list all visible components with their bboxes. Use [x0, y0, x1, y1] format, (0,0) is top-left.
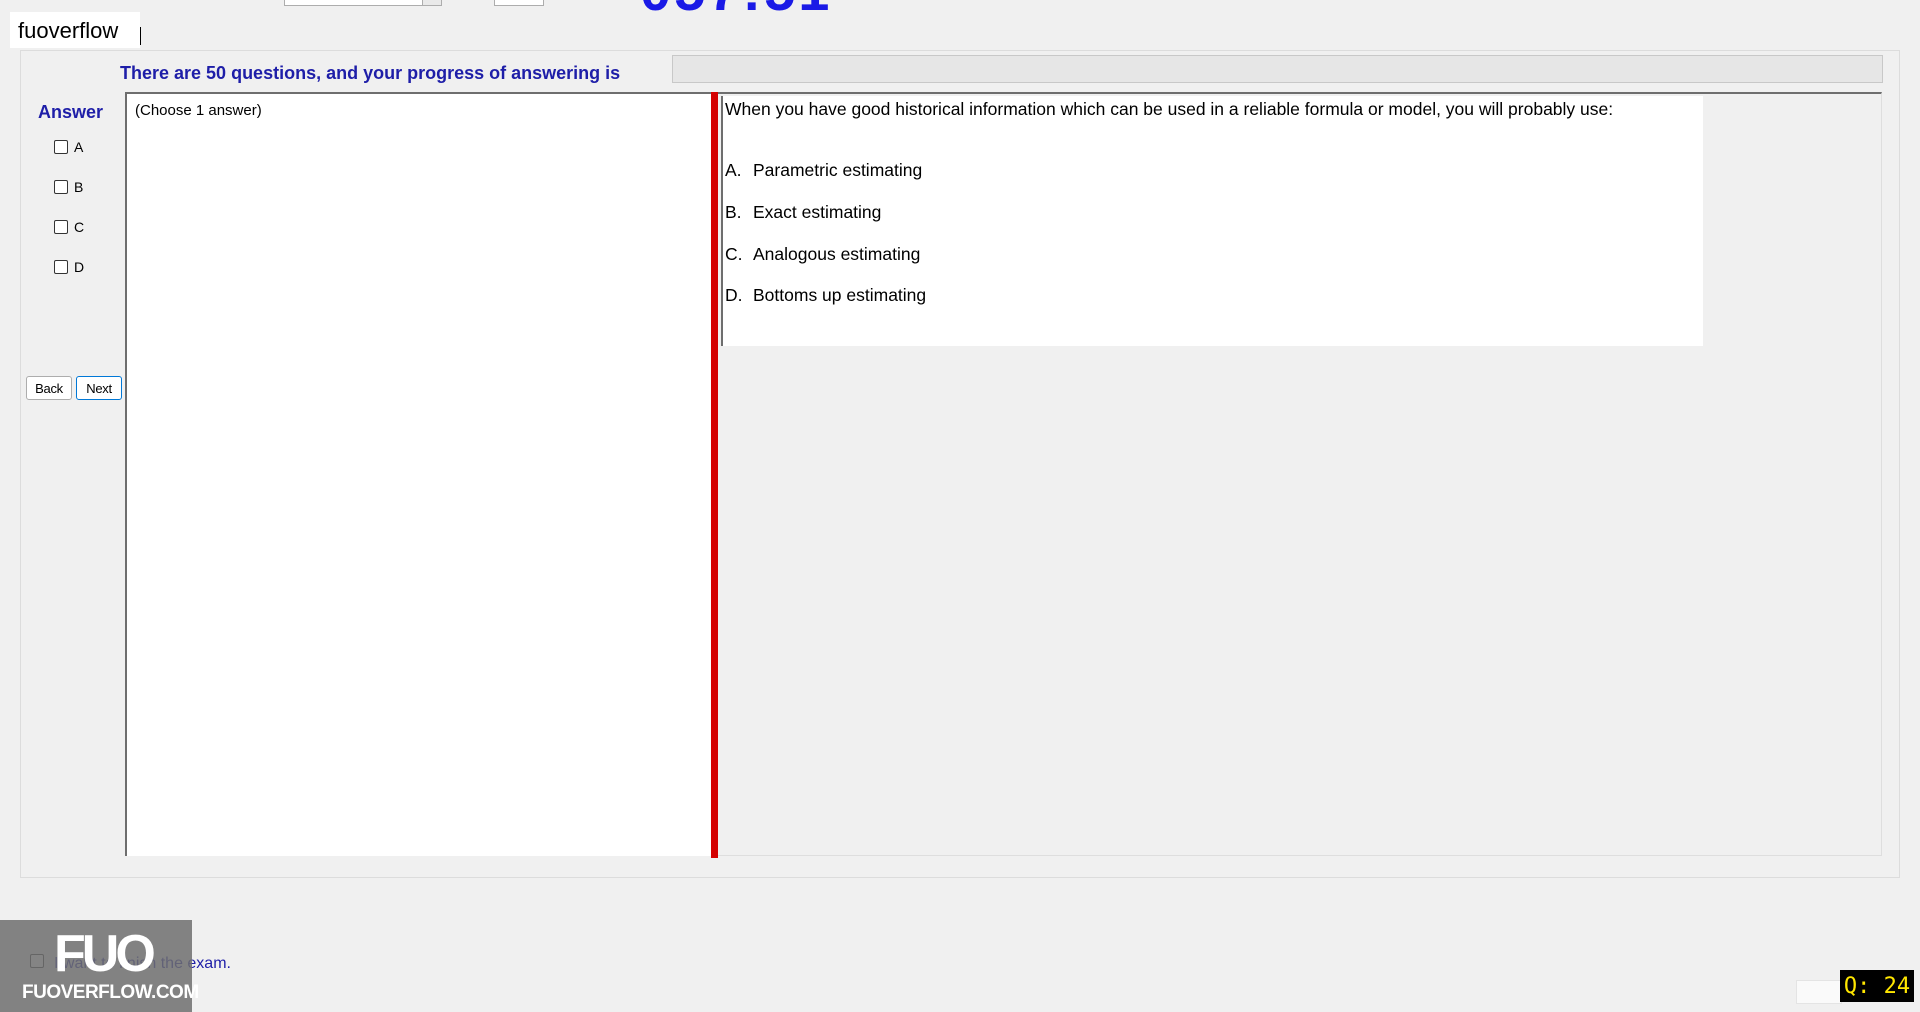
logo-mark: FUO	[54, 925, 156, 983]
text-caret	[140, 27, 141, 45]
answer-option-a[interactable]: A	[54, 139, 83, 155]
choice-a: A. Parametric estimating	[725, 160, 922, 181]
pane-splitter[interactable]	[711, 92, 718, 858]
choice-c: C. Analogous estimating	[725, 244, 920, 265]
checkbox-b[interactable]	[54, 180, 68, 194]
logo-text: FUOVERFLOW.COM	[22, 982, 199, 1003]
question-text: When you have good historical informatio…	[725, 99, 1614, 119]
answer-option-label: C	[74, 219, 85, 235]
choice-text: Analogous estimating	[753, 244, 921, 264]
choice-letter: A.	[725, 160, 742, 180]
choice-b: B. Exact estimating	[725, 202, 881, 223]
answer-option-c[interactable]: C	[54, 219, 84, 235]
answer-option-label: B	[74, 179, 84, 195]
question-counter: Q: 24	[1840, 970, 1914, 1002]
answer-option-label: A	[74, 139, 84, 155]
progress-bar	[672, 55, 1883, 83]
answer-title: Answer	[38, 102, 104, 122]
next-button[interactable]: Next	[76, 376, 122, 400]
checkbox-c[interactable]	[54, 220, 68, 234]
choose-instruction: (Choose 1 answer)	[135, 102, 262, 119]
choice-text: Exact estimating	[753, 202, 882, 222]
choice-letter: C.	[725, 244, 743, 264]
choice-letter: D.	[725, 285, 743, 305]
answer-notes-pane[interactable]	[125, 92, 711, 856]
checkbox-a[interactable]	[54, 140, 68, 154]
checkbox-d[interactable]	[54, 260, 68, 274]
exam-timer: 057:51	[640, 0, 832, 23]
back-button[interactable]: Back	[26, 376, 72, 400]
status-box	[1796, 980, 1842, 1004]
font-size-field[interactable]	[494, 0, 544, 6]
answer-option-label: D	[74, 259, 85, 275]
choice-letter: B.	[725, 202, 742, 222]
exam-code-dropdown[interactable]	[284, 0, 442, 6]
answer-option-d[interactable]: D	[54, 259, 84, 275]
progress-label: There are 50 questions, and your progres…	[120, 63, 621, 83]
choice-d: D. Bottoms up estimating	[725, 285, 926, 306]
answer-option-b[interactable]: B	[54, 179, 83, 195]
choice-text: Bottoms up estimating	[753, 285, 927, 305]
choice-text: Parametric estimating	[753, 160, 923, 180]
brand-name: fuoverflow	[18, 18, 119, 43]
